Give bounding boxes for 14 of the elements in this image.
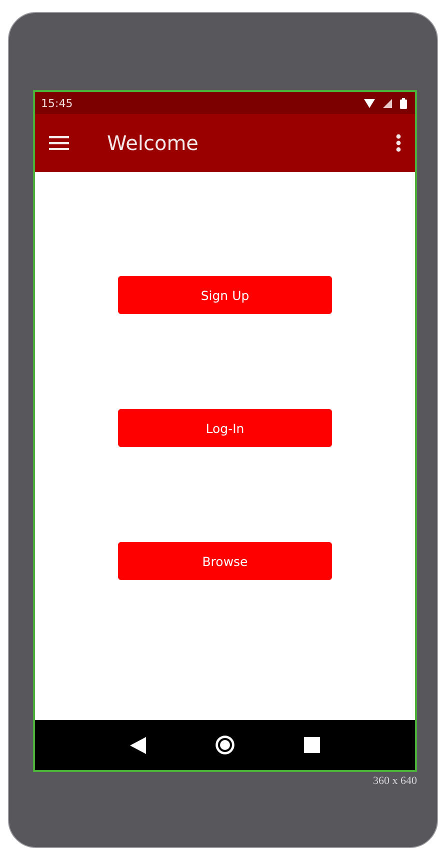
action-button[interactable]: Sign Up <box>118 276 332 314</box>
screen-size-label: 360 x 640 <box>372 775 417 787</box>
home-icon[interactable] <box>214 735 235 755</box>
more-icon[interactable] <box>396 134 401 152</box>
action-button[interactable]: Log-In <box>118 409 332 447</box>
recents-icon[interactable] <box>304 737 320 753</box>
app-title: Welcome <box>107 131 200 155</box>
back-icon[interactable] <box>130 736 146 754</box>
menu-icon[interactable] <box>49 136 69 150</box>
signal-icon <box>383 98 392 108</box>
battery-icon <box>400 98 407 108</box>
status-time: 15:45 <box>41 96 74 110</box>
action-button[interactable]: Browse <box>118 542 332 580</box>
wifi-icon <box>364 98 375 108</box>
